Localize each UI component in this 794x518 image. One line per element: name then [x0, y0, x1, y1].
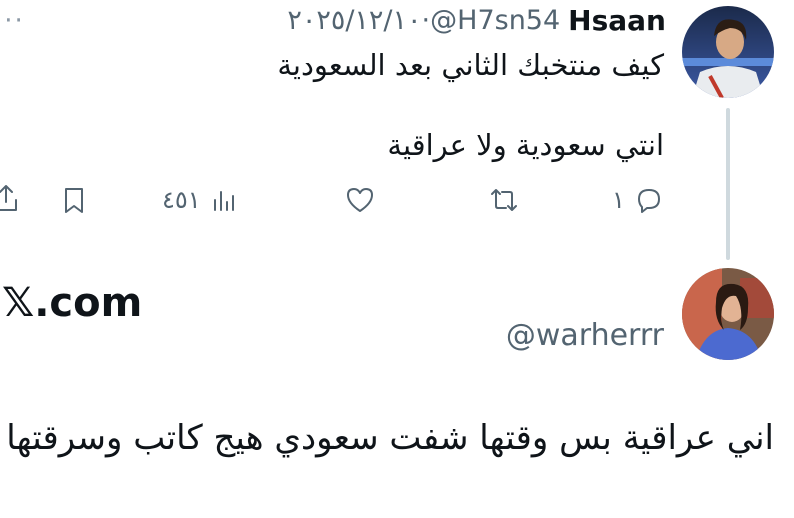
more-options-icon[interactable]: ···: [0, 6, 25, 36]
user-handle[interactable]: @warherrr: [506, 318, 664, 353]
thread-line: [726, 108, 730, 260]
views-chart-icon: [213, 191, 234, 211]
tweet-text-line-1: كيف منتخبك الثاني بعد السعودية: [277, 48, 664, 82]
post-text: اني عراقية بس وقتها شفت سعودي هيج كاتب و…: [6, 418, 774, 458]
tweet-date[interactable]: ٢٠٢٥/١٢/١٠: [287, 5, 421, 36]
share-icon: [0, 185, 17, 211]
reply-button[interactable]: ١: [612, 184, 665, 216]
like-button[interactable]: [344, 184, 384, 216]
user-handle[interactable]: @H7sn54: [430, 5, 560, 36]
share-button[interactable]: [0, 182, 22, 214]
avatar[interactable]: [682, 268, 774, 360]
tweet-header: ٢٠٢٥/١٢/١٠ · @H7sn54 Hsaan: [287, 2, 666, 38]
header-separator: ·: [421, 4, 431, 36]
heart-icon: [347, 188, 373, 212]
tweet-text-line-2: انتي سعودية ولا عراقية: [387, 128, 664, 162]
reply-icon: [637, 189, 660, 213]
views-button[interactable]: ٤٥١: [162, 184, 241, 216]
bookmark-icon: [65, 188, 83, 213]
views-count: ٤٥١: [162, 186, 201, 214]
retweet-button[interactable]: [488, 184, 528, 216]
avatar[interactable]: [682, 6, 774, 98]
bookmark-button[interactable]: [58, 184, 90, 216]
avatar-image: [682, 6, 774, 98]
display-name[interactable]: Hsaan: [568, 4, 666, 37]
avatar-image: [682, 268, 774, 360]
reply-count: ١: [612, 186, 625, 214]
retweet-icon: [491, 189, 517, 211]
x-com-brand[interactable]: 𝕏.com: [2, 280, 142, 326]
